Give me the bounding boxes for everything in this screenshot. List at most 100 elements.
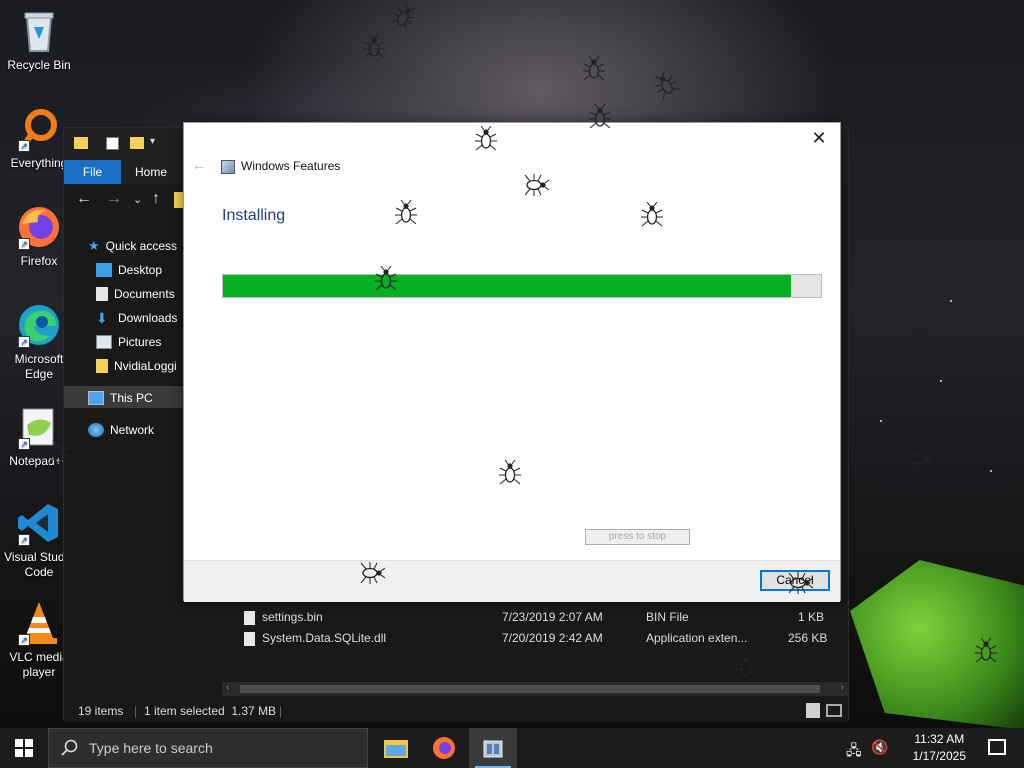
- large-icons-view-icon[interactable]: [826, 704, 842, 717]
- shortcut-arrow-icon: ↗: [18, 336, 30, 348]
- file-size: 1 KB: [798, 610, 825, 624]
- sidebar-item-label: NvidiaLoggi: [114, 359, 177, 373]
- start-button[interactable]: [0, 728, 48, 768]
- sidebar-item-nvidialogging[interactable]: NvidiaLoggi: [96, 355, 177, 377]
- sidebar-item-label: Documents: [114, 287, 175, 301]
- new-folder-icon[interactable]: [130, 137, 144, 149]
- bug-sprite-icon: [474, 125, 498, 152]
- windows-logo-icon: [15, 739, 33, 757]
- folder-icon: [96, 359, 108, 373]
- shortcut-arrow-icon: ↗: [18, 238, 30, 250]
- download-arrow-icon: ⬇: [96, 310, 108, 326]
- file-size: 256 KB: [788, 631, 828, 645]
- bug-sprite-icon: [649, 68, 683, 103]
- press-to-stop-button[interactable]: press to stop: [585, 529, 690, 545]
- vscode-icon: ↗: [16, 500, 62, 546]
- bug-sprite-icon: [46, 439, 70, 466]
- up-arrow-icon[interactable]: ↑: [152, 190, 160, 208]
- taskbar-search-box[interactable]: Type here to search: [48, 728, 368, 768]
- close-icon[interactable]: ✕: [808, 127, 830, 149]
- bug-sprite-icon: [362, 33, 386, 60]
- bug-sprite-icon: [359, 561, 386, 585]
- sidebar-item-label: Desktop: [118, 263, 163, 277]
- file-type: BIN File: [646, 610, 689, 624]
- firefox-icon: ↗: [16, 204, 62, 250]
- install-progress-bar: [222, 274, 822, 298]
- taskbar: Type here to search 🖧 🔇 11:32 AM 1/17/20…: [0, 728, 1024, 768]
- properties-icon[interactable]: [106, 137, 119, 150]
- shortcut-arrow-icon: ↗: [18, 634, 30, 646]
- taskbar-file-explorer[interactable]: [372, 728, 420, 768]
- bug-sprite-icon: [787, 571, 814, 595]
- file-date: 7/20/2019 2:42 AM: [502, 631, 603, 645]
- table-row[interactable]: settings.bin 7/23/2019 2:07 AM BIN File …: [244, 607, 844, 628]
- dialog-title: Windows Features: [241, 159, 341, 173]
- pictures-icon: [96, 335, 112, 349]
- shortcut-arrow-icon: ↗: [18, 438, 30, 450]
- sidebar-item-quick-access[interactable]: ★ Quick access: [88, 235, 177, 257]
- sidebar-item-label: This PC: [110, 391, 153, 405]
- sidebar-item-pictures[interactable]: Pictures: [96, 331, 161, 353]
- scroll-right-icon[interactable]: ›: [841, 682, 844, 693]
- file-name: settings.bin: [262, 610, 323, 624]
- desktop-icon-label: Recycle Bin: [7, 58, 71, 72]
- wallpaper-star: [880, 420, 882, 422]
- dll-file-icon: [244, 632, 255, 646]
- sidebar-item-network[interactable]: Network: [88, 419, 154, 441]
- back-arrow-icon[interactable]: ←: [192, 157, 206, 173]
- bug-sprite-icon: [387, 0, 421, 34]
- edge-icon: ↗: [16, 302, 62, 348]
- clock-time: 11:32 AM: [914, 732, 965, 746]
- everything-search-icon: ↗: [16, 106, 62, 152]
- vlc-cone-icon: ↗: [16, 600, 62, 646]
- status-bar: 19 items | 1 item selected 1.37 MB |: [64, 700, 848, 722]
- taskbar-firefox[interactable]: [420, 728, 468, 768]
- progress-fill: [223, 275, 792, 297]
- system-tray: 🖧 🔇 11:32 AM 1/17/2025: [844, 728, 1024, 768]
- network-status-icon[interactable]: 🖧: [846, 740, 862, 764]
- sidebar-item-desktop[interactable]: Desktop: [96, 259, 162, 281]
- sidebar-item-documents[interactable]: Documents: [96, 283, 175, 305]
- computer-icon: [88, 391, 104, 405]
- bug-sprite-icon: [374, 265, 398, 292]
- back-arrow-icon[interactable]: ←: [76, 190, 92, 208]
- search-icon: [61, 739, 78, 756]
- forward-arrow-icon[interactable]: →: [106, 190, 122, 208]
- clock-date: 1/17/2025: [912, 749, 966, 763]
- firefox-icon: [433, 737, 455, 759]
- recent-locations-chevron-icon[interactable]: ⌄: [133, 193, 142, 206]
- clock[interactable]: 11:32 AM 1/17/2025: [913, 731, 966, 765]
- windows-features-icon: [483, 740, 503, 758]
- network-globe-icon: [88, 423, 104, 437]
- details-view-icon[interactable]: [806, 703, 820, 718]
- tab-home[interactable]: Home: [121, 160, 181, 184]
- tab-file[interactable]: File: [64, 160, 121, 184]
- notification-center-icon[interactable]: [988, 739, 1006, 755]
- dialog-footer: Cancel: [184, 560, 840, 602]
- bug-sprite-icon: [582, 55, 606, 82]
- file-icon: [244, 611, 255, 625]
- file-explorer-icon: [384, 740, 408, 758]
- sidebar-item-downloads[interactable]: ⬇ Downloads: [96, 307, 177, 329]
- table-row[interactable]: System.Data.SQLite.dll 7/20/2019 2:42 AM…: [244, 628, 844, 649]
- desktop-icon-recycle-bin[interactable]: Recycle Bin: [4, 8, 74, 73]
- qat-dropdown-icon[interactable]: ▾: [150, 136, 155, 147]
- desktop-icon: [96, 263, 112, 277]
- file-name: System.Data.SQLite.dll: [262, 631, 387, 645]
- item-count: 19 items: [78, 704, 124, 718]
- speaker-muted-icon[interactable]: 🔇: [871, 739, 888, 756]
- scroll-left-icon[interactable]: ‹: [226, 682, 229, 693]
- windows-features-dialog[interactable]: ✕ ← Windows Features Installing press to…: [183, 122, 841, 602]
- status-separator: |: [134, 704, 138, 718]
- horizontal-scrollbar[interactable]: ‹ ›: [222, 682, 848, 696]
- shortcut-arrow-icon: ↗: [18, 534, 30, 546]
- sidebar-item-this-pc[interactable]: This PC: [88, 387, 153, 409]
- wallpaper-star: [950, 300, 952, 302]
- documents-icon: [96, 287, 108, 301]
- scrollbar-thumb[interactable]: [240, 685, 820, 693]
- bug-sprite-icon: [908, 321, 932, 348]
- file-date: 7/23/2019 2:07 AM: [502, 610, 603, 624]
- bug-sprite-icon: [640, 201, 664, 228]
- taskbar-windows-features[interactable]: [469, 728, 517, 768]
- status-separator: |: [279, 704, 283, 718]
